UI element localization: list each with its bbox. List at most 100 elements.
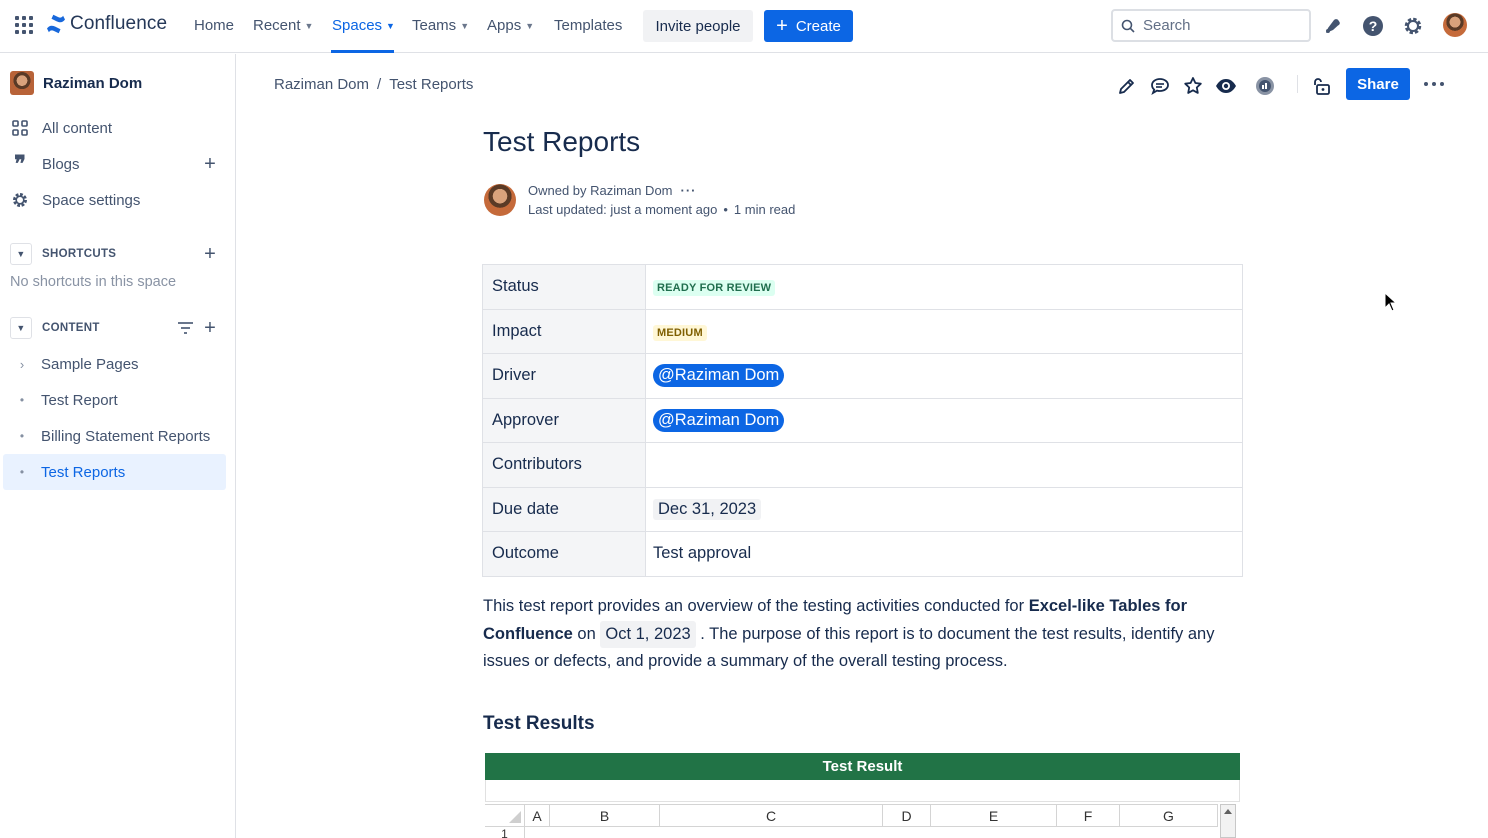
column-header[interactable]: C [660,805,883,827]
svg-text:?: ? [1369,18,1378,34]
invite-people-button[interactable]: Invite people [643,10,753,42]
add-blog-icon[interactable]: + [202,154,218,174]
spreadsheet-toolbar [485,780,1240,802]
property-key: Outcome [482,531,646,577]
property-key: Due date [482,486,646,532]
nav-spaces-label: Spaces [332,17,383,34]
plus-icon: + [776,15,788,37]
profile-avatar[interactable] [1443,13,1467,37]
sidebar-item-all-content[interactable]: All content [10,118,112,138]
create-label: Create [795,17,841,35]
space-avatar [10,71,34,95]
owner-avatar[interactable] [484,184,516,216]
separator-dot: • [723,202,728,217]
spreadsheet-title: Test Result [485,753,1240,780]
edit-icon[interactable] [1115,74,1139,98]
nav-recent[interactable]: Recent ▼ [253,17,313,34]
spreadsheet-scrollbar[interactable] [1220,804,1236,838]
property-value: @Raziman Dom [645,353,1243,399]
property-value: @Raziman Dom [645,397,1243,443]
nav-home[interactable]: Home [194,17,234,34]
notifications-icon[interactable] [1321,14,1345,38]
column-header[interactable]: F [1057,805,1120,827]
property-key: Impact [482,308,646,354]
column-header[interactable]: G [1120,805,1218,827]
column-header[interactable]: E [931,805,1057,827]
settings-icon[interactable] [1401,14,1425,38]
bullet-icon: • [19,465,25,479]
select-all-corner[interactable] [485,805,525,827]
chevron-down-icon: ▼ [525,20,535,31]
table-row: Impact MEDIUM [482,308,1243,354]
page-properties-table: Status READY FOR REVIEW Impact MEDIUM Dr… [482,264,1243,577]
create-button[interactable]: + Create [764,10,853,42]
comment-icon[interactable] [1148,74,1172,98]
table-row: Driver @Raziman Dom [482,353,1243,399]
nav-templates[interactable]: Templates [554,17,622,34]
column-header[interactable]: A [525,805,550,827]
shortcuts-heading: SHORTCUTS [42,248,117,260]
add-content-icon[interactable]: + [202,318,218,338]
tree-item-test-reports[interactable]: • Test Reports [3,454,226,490]
date-chip[interactable]: Dec 31, 2023 [653,498,762,520]
chevron-right-icon[interactable]: › [3,357,41,372]
row-header[interactable]: 1 [485,827,525,838]
logo-text: Confluence [70,13,168,34]
confluence-logo[interactable]: Confluence [46,13,167,35]
bullet-icon: • [19,429,25,443]
app-switcher-icon[interactable] [15,16,33,34]
restrictions-icon[interactable] [1310,74,1334,98]
add-shortcut-icon[interactable]: + [202,244,218,264]
quote-icon: ❞ [14,151,26,177]
search-placeholder: Search [1143,17,1191,34]
nav-templates-label: Templates [554,17,623,34]
breadcrumb-space[interactable]: Raziman Dom [274,76,369,93]
table-row: Contributors [482,442,1243,488]
sidebar-item-space-settings[interactable]: Space settings [10,190,140,210]
more-icon[interactable]: ··· [681,183,697,198]
chevron-down-icon[interactable]: ▼ [10,243,32,265]
mouse-cursor-icon [1384,292,1398,312]
column-header[interactable]: D [883,805,931,827]
filter-icon[interactable] [177,321,194,340]
status-lozenge[interactable]: READY FOR REVIEW [653,280,776,297]
chevron-down-icon[interactable]: ▼ [10,317,32,339]
tree-item-sample-pages[interactable]: › Sample Pages [3,346,226,382]
content-heading: CONTENT [42,322,100,334]
watch-icon[interactable] [1214,74,1238,98]
intro-paragraph: This test report provides an overview of… [483,593,1228,676]
chevron-down-icon: ▼ [460,20,470,31]
star-icon[interactable] [1181,74,1205,98]
breadcrumb-separator: / [377,76,382,93]
spreadsheet-grid[interactable]: A B C D E F G 1 [485,804,1218,838]
last-updated-text[interactable]: Last updated: just a moment ago [528,202,717,217]
more-actions-icon[interactable] [1424,82,1444,86]
share-button[interactable]: Share [1346,68,1410,100]
owner-text[interactable]: Owned by Raziman Dom [528,183,673,198]
property-key: Driver [482,353,646,399]
nav-apps[interactable]: Apps ▼ [487,17,534,34]
user-mention[interactable]: @Raziman Dom [653,364,785,388]
scroll-up-icon[interactable] [1224,809,1232,814]
date-chip[interactable]: Oct 1, 2023 [600,620,696,648]
sidebar-item-blogs[interactable]: ❞ Blogs [10,151,80,177]
sidebar-item-label: Blogs [42,155,80,173]
analytics-icon[interactable] [1253,74,1277,98]
tree-item-test-report[interactable]: • Test Report [3,382,226,418]
byline-owner: Owned by Raziman Dom ··· [528,183,697,198]
property-key: Approver [482,397,646,443]
search-input[interactable]: Search [1111,9,1311,42]
nav-teams[interactable]: Teams ▼ [412,17,469,34]
user-mention[interactable]: @Raziman Dom [653,408,785,432]
help-icon[interactable]: ? [1361,14,1385,38]
impact-lozenge[interactable]: MEDIUM [653,324,707,341]
nav-spaces[interactable]: Spaces ▼ [332,17,395,34]
tree-item-billing-statement-reports[interactable]: • Billing Statement Reports [3,418,226,454]
property-value [645,442,1243,488]
column-header[interactable]: B [550,805,660,827]
gear-icon [10,190,30,210]
breadcrumb-page[interactable]: Test Reports [389,76,473,93]
property-value: Test approval [645,531,1243,577]
space-header[interactable]: Raziman Dom [10,71,142,95]
toolbar-divider [1297,75,1298,93]
